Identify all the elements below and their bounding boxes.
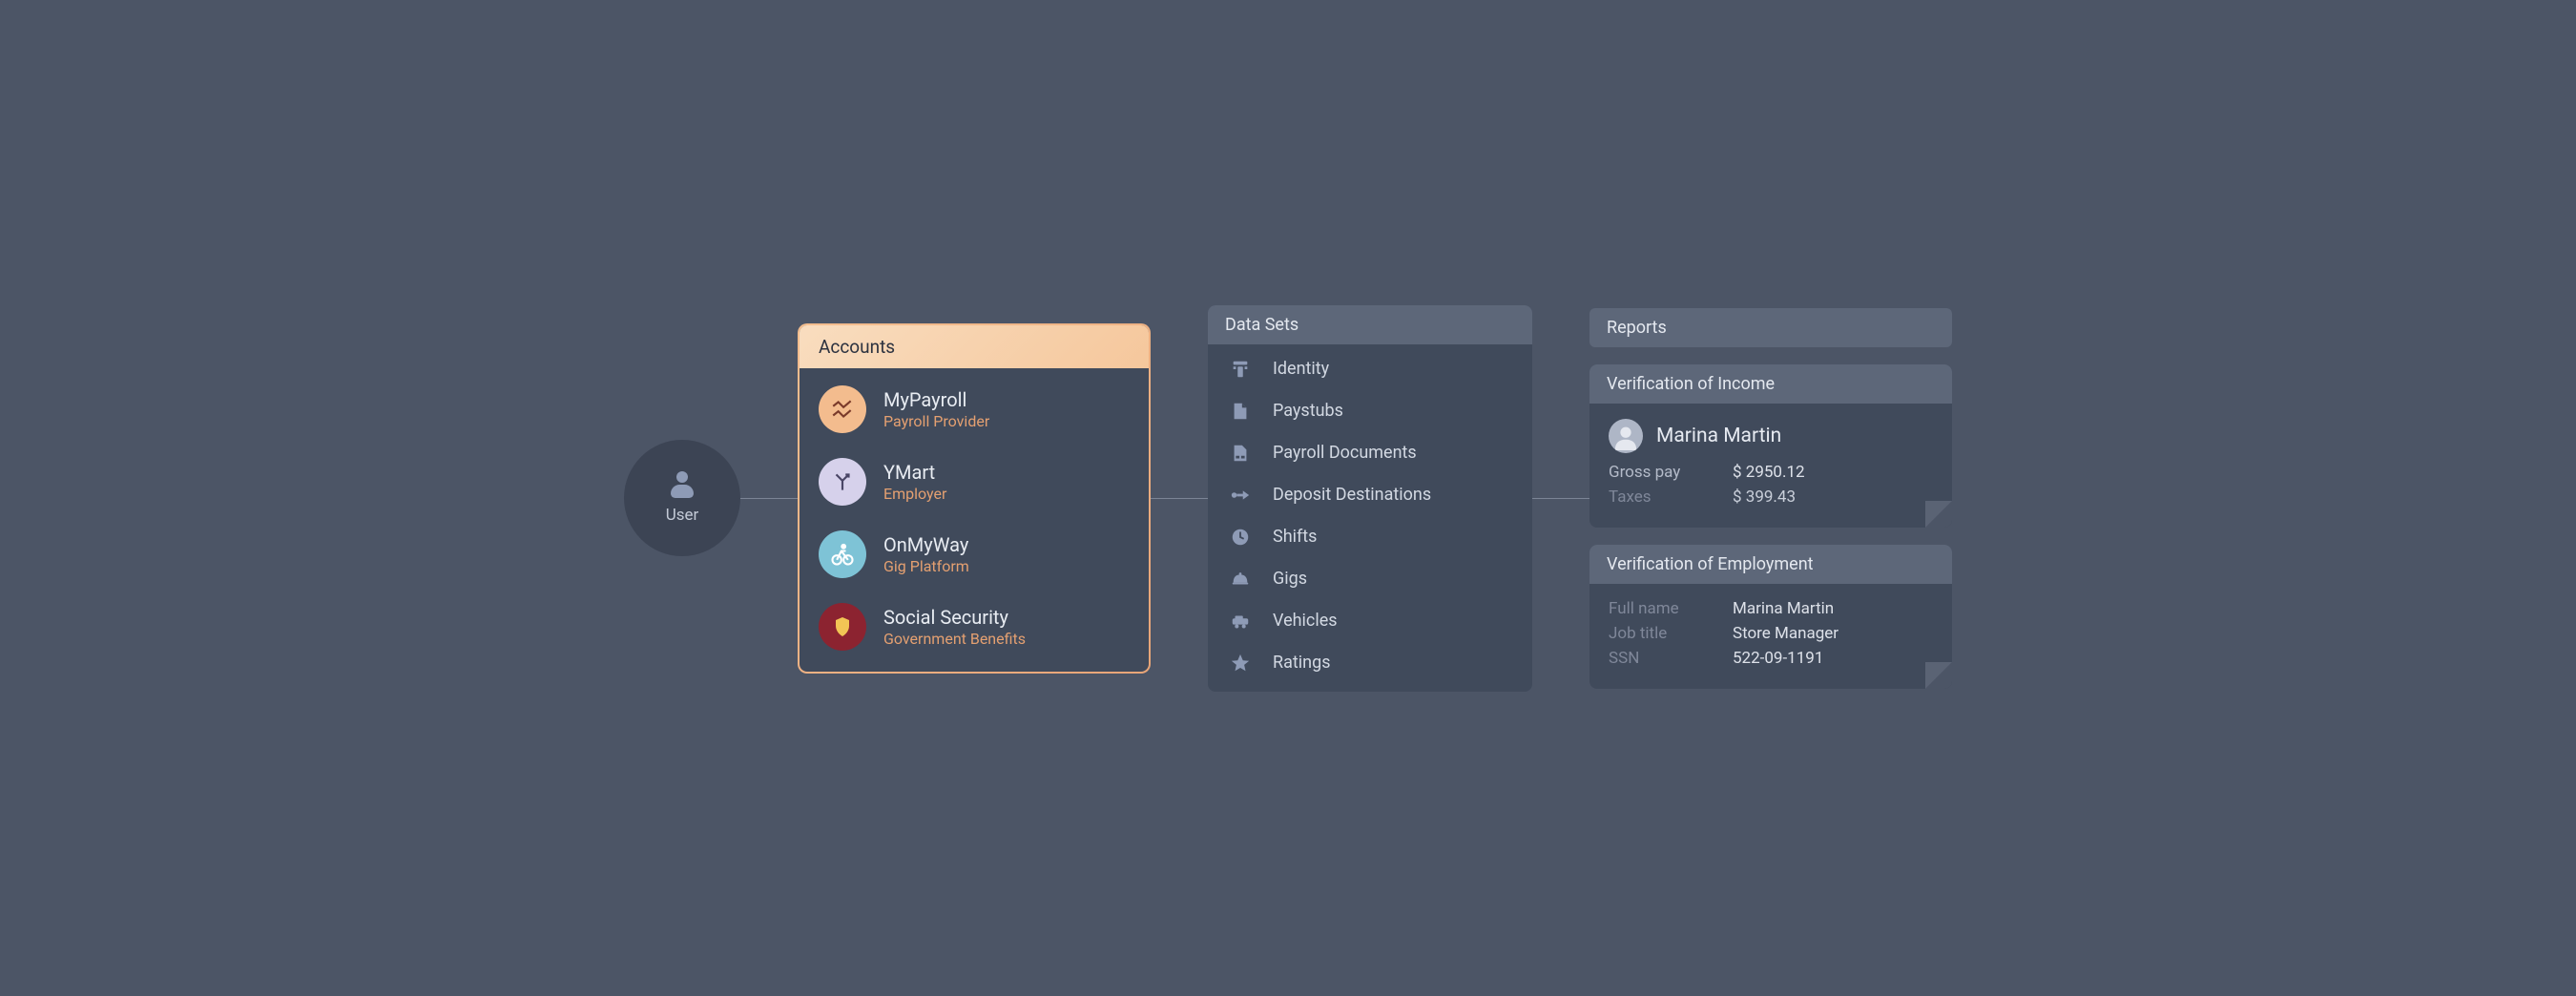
account-name: Social Security bbox=[883, 606, 1026, 629]
chart-lines-icon bbox=[819, 385, 866, 433]
user-circle: User bbox=[624, 440, 740, 556]
dataset-item-gigs[interactable]: Gigs bbox=[1229, 568, 1511, 591]
avatar bbox=[1609, 419, 1643, 453]
datasets-panel: Data Sets Identity Paystubs Payroll Docu… bbox=[1208, 305, 1532, 692]
dataset-item-shifts[interactable]: Shifts bbox=[1229, 526, 1511, 549]
clock-icon bbox=[1229, 526, 1252, 549]
connector-line bbox=[740, 498, 798, 499]
account-item-onmyway[interactable]: OnMyWay Gig Platform bbox=[819, 530, 1130, 578]
dataset-item-deposit-destinations[interactable]: Deposit Destinations bbox=[1229, 484, 1511, 507]
field-value: Store Manager bbox=[1733, 624, 1933, 643]
report-card-header: Verification of Income bbox=[1589, 364, 1952, 404]
dataset-item-paystubs[interactable]: Paystubs bbox=[1229, 400, 1511, 423]
field-value: $ 2950.12 bbox=[1733, 463, 1933, 482]
field-value: $ 399.43 bbox=[1733, 488, 1933, 507]
account-subtitle: Employer bbox=[883, 485, 946, 503]
field-label: SSN bbox=[1609, 649, 1733, 668]
dataset-label: Deposit Destinations bbox=[1273, 485, 1431, 505]
field-value: 522-09-1191 bbox=[1733, 649, 1933, 668]
branch-icon bbox=[819, 458, 866, 506]
account-name: MyPayroll bbox=[883, 388, 989, 411]
report-employment-card[interactable]: Verification of Employment Full name Mar… bbox=[1589, 545, 1952, 689]
user-label: User bbox=[666, 506, 699, 525]
accounts-list: MyPayroll Payroll Provider YMart Employe… bbox=[800, 368, 1149, 672]
field-value: Marina Martin bbox=[1733, 599, 1933, 618]
datasets-header: Data Sets bbox=[1208, 305, 1532, 344]
dataset-label: Ratings bbox=[1273, 653, 1331, 673]
star-icon bbox=[1229, 652, 1252, 674]
shield-icon bbox=[819, 603, 866, 651]
dataset-item-payroll-documents[interactable]: Payroll Documents bbox=[1229, 442, 1511, 465]
dataset-item-ratings[interactable]: Ratings bbox=[1229, 652, 1511, 674]
bell-icon bbox=[1229, 568, 1252, 591]
user-node: User bbox=[624, 440, 740, 556]
reports-header: Reports bbox=[1589, 308, 1952, 347]
arrow-right-icon bbox=[1229, 484, 1252, 507]
page-fold-icon bbox=[1925, 662, 1952, 689]
connector-line bbox=[1151, 498, 1208, 499]
dataset-item-identity[interactable]: Identity bbox=[1229, 358, 1511, 381]
diagram-canvas: User Accounts MyPayroll Payroll Provider bbox=[525, 209, 2051, 787]
accounts-header: Accounts bbox=[800, 325, 1149, 368]
bicycle-icon bbox=[819, 530, 866, 578]
document-icon bbox=[1229, 442, 1252, 465]
account-item-ymart[interactable]: YMart Employer bbox=[819, 458, 1130, 506]
accounts-panel: Accounts MyPayroll Payroll Provider bbox=[798, 323, 1151, 674]
identity-icon bbox=[1229, 358, 1252, 381]
field-label: Gross pay bbox=[1609, 463, 1733, 482]
dataset-label: Shifts bbox=[1273, 527, 1317, 547]
person-icon bbox=[671, 471, 694, 498]
account-item-mypayroll[interactable]: MyPayroll Payroll Provider bbox=[819, 385, 1130, 433]
account-item-social-security[interactable]: Social Security Government Benefits bbox=[819, 603, 1130, 651]
report-card-header: Verification of Employment bbox=[1589, 545, 1952, 584]
page-fold-icon bbox=[1925, 501, 1952, 528]
account-subtitle: Payroll Provider bbox=[883, 412, 989, 430]
reports-column: Reports Verification of Income Marina Ma… bbox=[1589, 308, 1952, 689]
account-subtitle: Gig Platform bbox=[883, 557, 969, 575]
dataset-label: Vehicles bbox=[1273, 611, 1338, 631]
datasets-list: Identity Paystubs Payroll Documents Depo… bbox=[1208, 344, 1532, 692]
dataset-item-vehicles[interactable]: Vehicles bbox=[1229, 610, 1511, 633]
account-name: YMart bbox=[883, 461, 946, 484]
account-subtitle: Government Benefits bbox=[883, 630, 1026, 648]
dataset-label: Payroll Documents bbox=[1273, 443, 1417, 463]
report-income-card[interactable]: Verification of Income Marina Martin Gro… bbox=[1589, 364, 1952, 528]
account-name: OnMyWay bbox=[883, 533, 969, 556]
field-label: Taxes bbox=[1609, 488, 1733, 507]
field-label: Full name bbox=[1609, 599, 1733, 618]
dataset-label: Gigs bbox=[1273, 569, 1307, 589]
dataset-label: Identity bbox=[1273, 359, 1329, 379]
connector-line bbox=[1532, 498, 1589, 499]
field-label: Job title bbox=[1609, 624, 1733, 643]
dataset-label: Paystubs bbox=[1273, 401, 1343, 421]
car-icon bbox=[1229, 610, 1252, 633]
person-name: Marina Martin bbox=[1656, 425, 1781, 447]
file-icon bbox=[1229, 400, 1252, 423]
